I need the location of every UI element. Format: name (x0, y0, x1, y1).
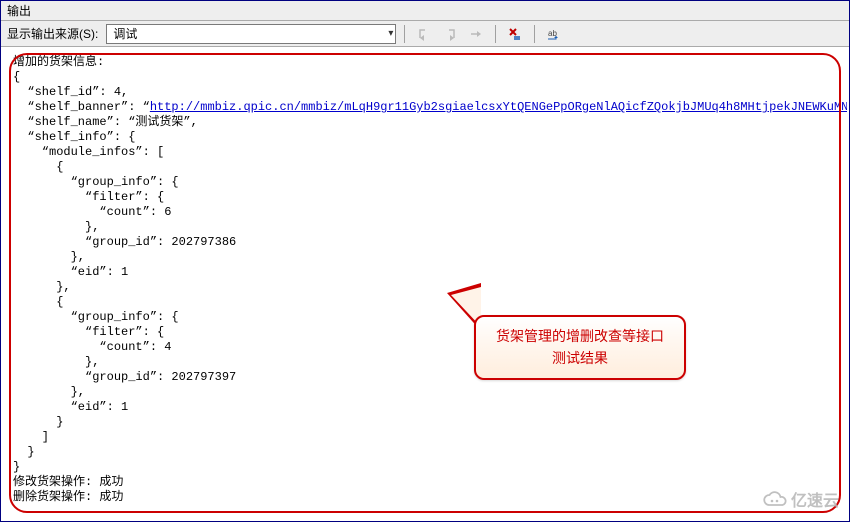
clear-all-icon[interactable] (504, 24, 526, 44)
banner-url-link[interactable]: http://mmbiz.qpic.cn/mmbiz/mLqH9gr11Gyb2… (150, 100, 847, 114)
toolbar-separator (404, 25, 405, 43)
toolbar-separator (495, 25, 496, 43)
output-source-label: 显示输出来源(S): (7, 25, 98, 42)
find-next-icon[interactable] (439, 24, 461, 44)
output-text: 增加的货架信息: { “shelf_id”: 4, “shelf_banner”… (3, 49, 847, 511)
chevron-down-icon: ▾ (388, 28, 393, 39)
toolbar-separator (534, 25, 535, 43)
output-source-select[interactable]: 调试 ▾ (106, 24, 396, 44)
output-source-selected: 调试 (113, 25, 137, 42)
window-title-bar: 输出 (1, 1, 849, 21)
toggle-wrap-icon[interactable]: ab (543, 24, 565, 44)
output-content[interactable]: 增加的货架信息: { “shelf_id”: 4, “shelf_banner”… (3, 49, 847, 519)
window-title: 输出 (7, 4, 31, 18)
goto-icon[interactable] (465, 24, 487, 44)
find-prev-icon[interactable] (413, 24, 435, 44)
toolbar: 显示输出来源(S): 调试 ▾ ab (1, 21, 849, 47)
